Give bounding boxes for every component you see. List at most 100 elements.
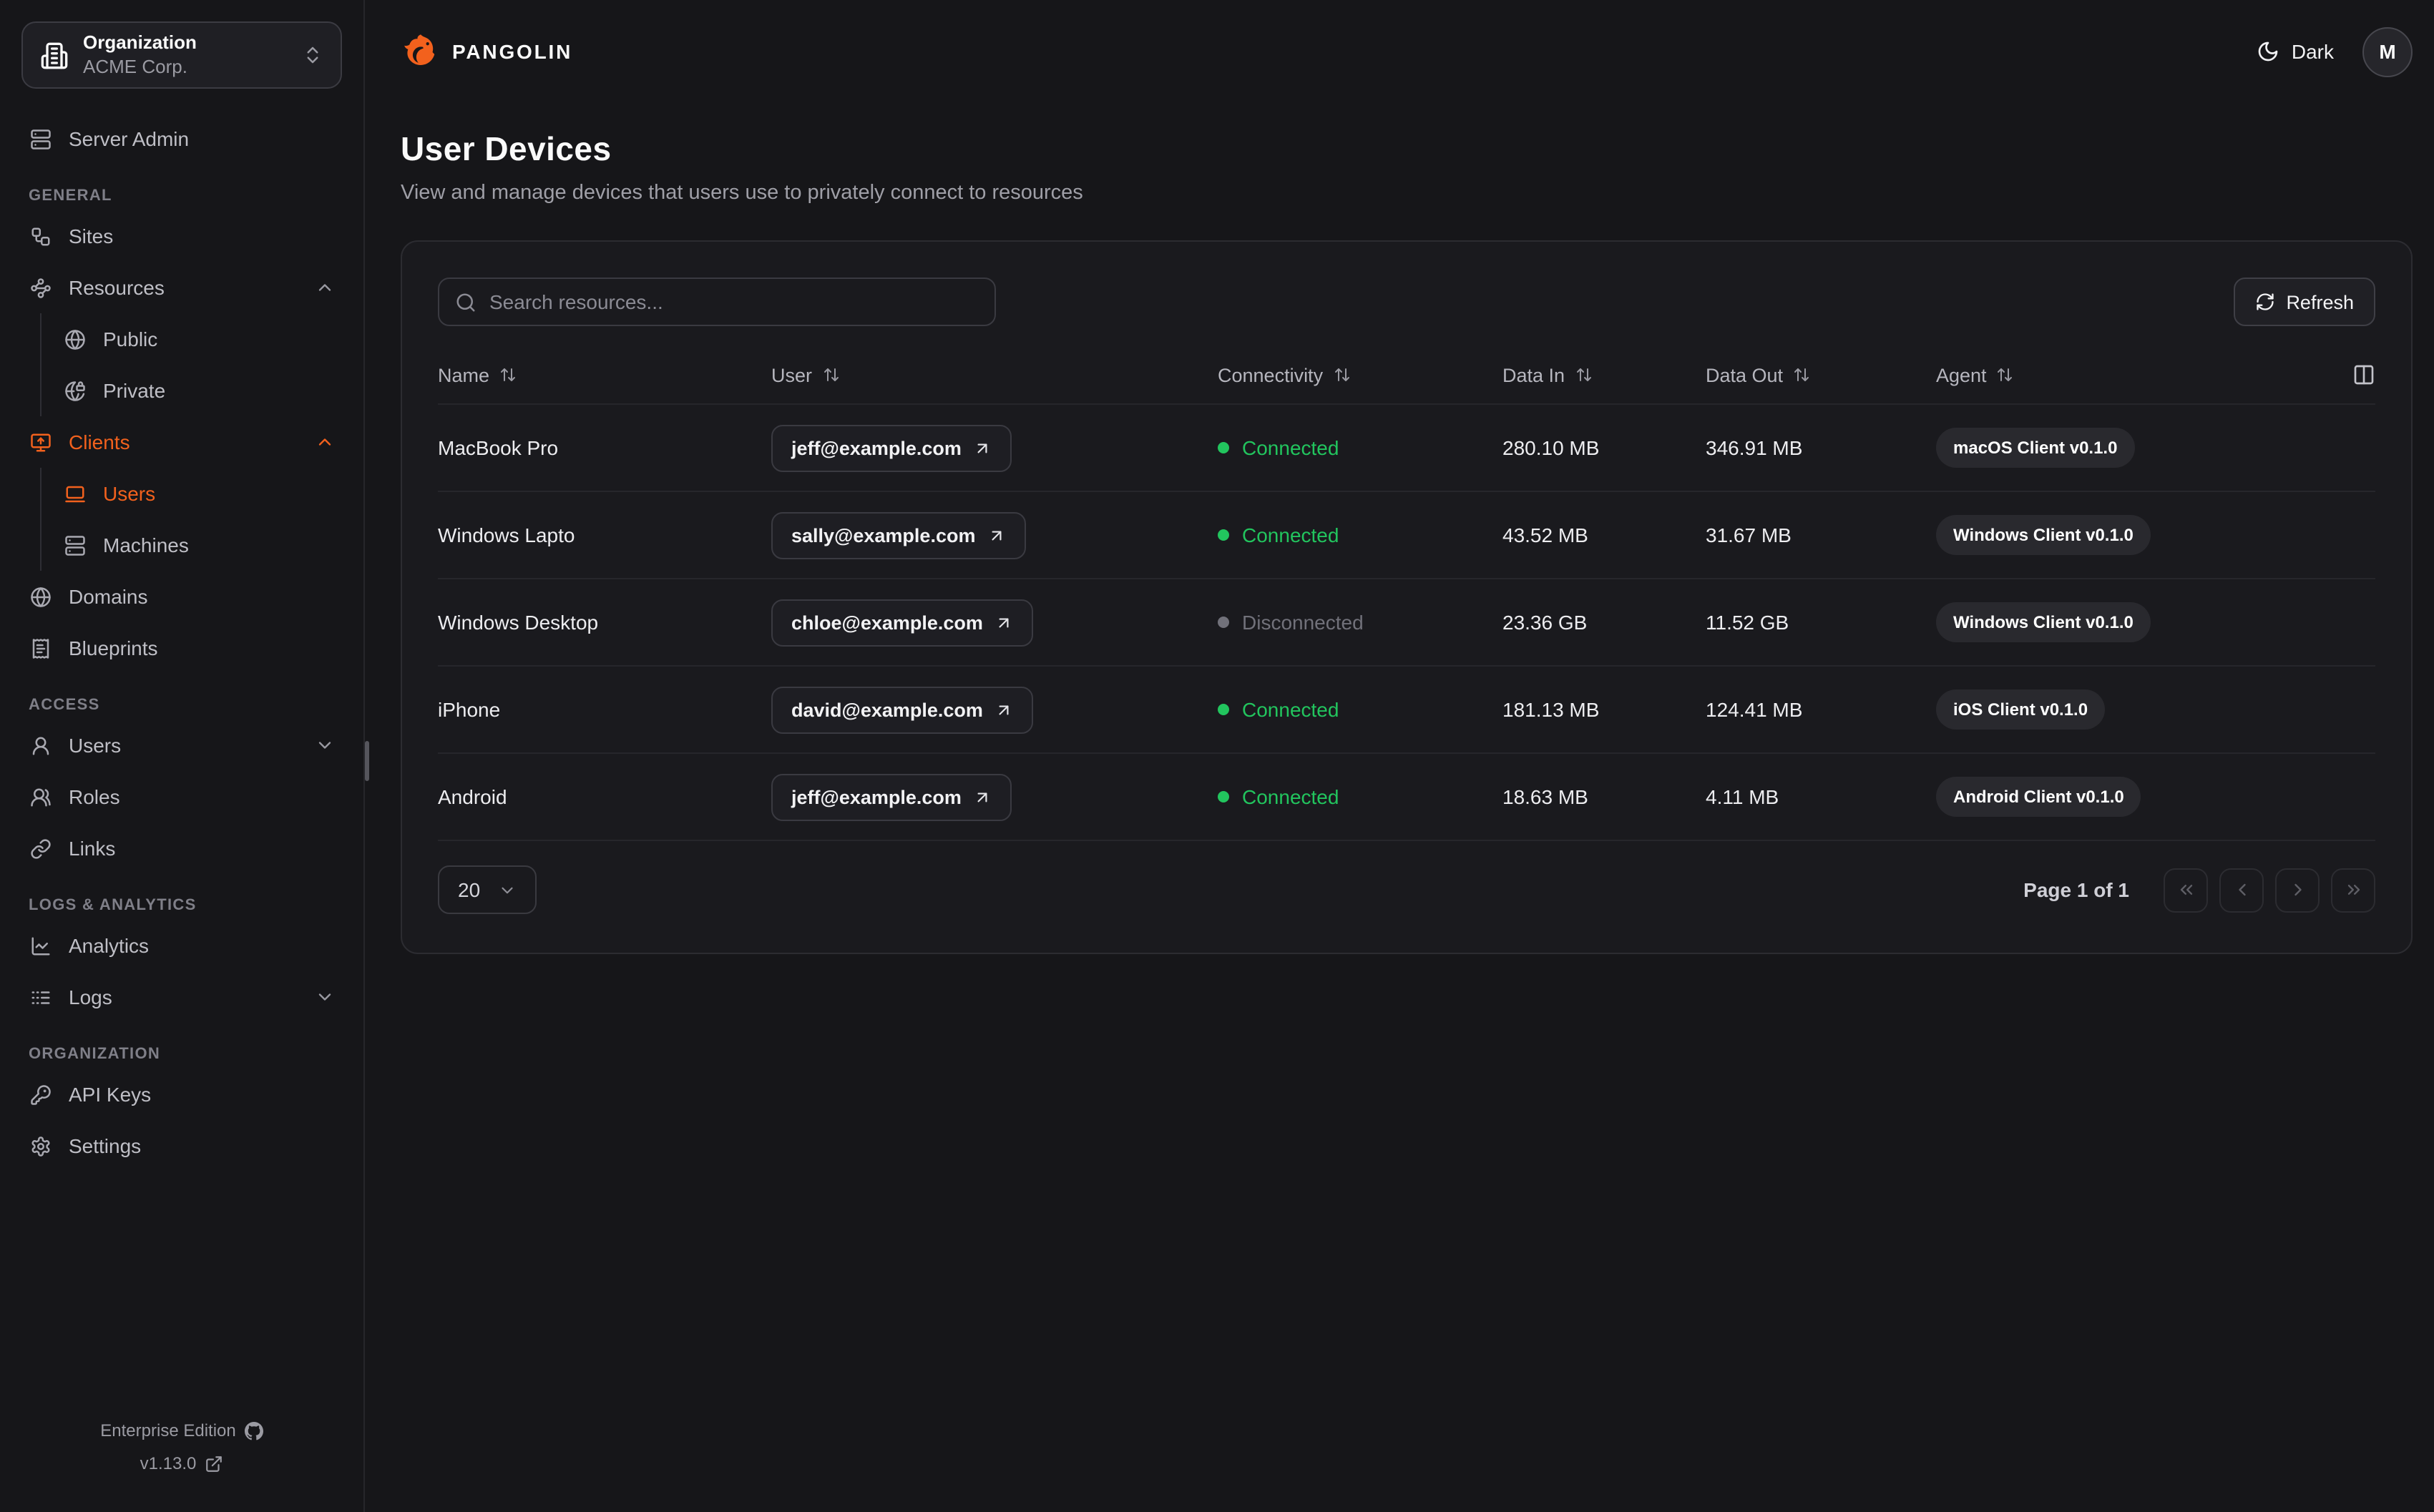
search-input[interactable]	[489, 290, 979, 313]
page-size-select[interactable]: 20	[438, 865, 537, 914]
receipt-icon	[32, 638, 49, 658]
sidebar-item-sites[interactable]: Sites	[0, 210, 363, 262]
column-header-data-in[interactable]: Data In	[1502, 364, 1706, 386]
user-email: jeff@example.com	[791, 437, 962, 458]
sidebar-item-public[interactable]: Public	[41, 313, 363, 365]
data-in-value: 23.36 GB	[1502, 611, 1588, 634]
sort-icon	[823, 368, 839, 381]
brand[interactable]: PANGOLIN	[401, 32, 572, 71]
theme-label: Dark	[2291, 40, 2334, 63]
brand-name: PANGOLIN	[452, 40, 573, 63]
org-selector[interactable]: Organization ACME Corp.	[21, 21, 342, 89]
sidebar-item-machines[interactable]: Machines	[41, 519, 363, 571]
version-row[interactable]: v1.13.0	[0, 1448, 363, 1481]
prev-page-button[interactable]	[2219, 868, 2264, 912]
column-header-user[interactable]: User	[771, 364, 1218, 386]
sidebar-item-private[interactable]: Private	[41, 365, 363, 416]
column-header-connectivity[interactable]: Connectivity	[1218, 364, 1502, 386]
sidebar: Organization ACME Corp. Server Admin GEN…	[0, 0, 369, 1512]
arrow-up-right-icon	[999, 705, 1009, 715]
table-row: iPhone david@example.com Connected 181.1…	[438, 667, 2375, 754]
user-icon	[32, 736, 49, 755]
table-header: Name User Connectivity Data In Data Out	[438, 346, 2375, 405]
sidebar-item-label: Server Admin	[69, 127, 190, 150]
org-value: ACME Corp.	[83, 55, 187, 77]
sidebar-item-server-admin[interactable]: Server Admin	[0, 113, 363, 165]
user-link-chip[interactable]: david@example.com	[771, 686, 1033, 733]
column-label: Name	[438, 364, 490, 386]
sidebar-item-label: Machines	[103, 534, 189, 556]
chart-line-icon	[31, 936, 50, 955]
sidebar-item-clients-users[interactable]: Users	[41, 468, 363, 519]
user-link-chip[interactable]: sally@example.com	[771, 511, 1026, 559]
device-name: iPhone	[438, 698, 501, 721]
laptop-icon	[65, 485, 85, 502]
sidebar-item-api-keys[interactable]: API Keys	[0, 1069, 363, 1120]
sidebar-item-access-users[interactable]: Users	[0, 720, 363, 771]
sidebar-item-analytics[interactable]: Analytics	[0, 920, 363, 971]
sidebar-item-label: Public	[103, 328, 158, 350]
page-subtitle: View and manage devices that users use t…	[401, 182, 1083, 205]
sidebar-item-label: Blueprints	[69, 637, 158, 659]
link-icon	[31, 838, 51, 858]
theme-toggle-button[interactable]: Dark	[2257, 40, 2334, 63]
github-icon	[244, 1422, 263, 1440]
table-row: Windows Lapto sally@example.com Connecte…	[438, 492, 2375, 579]
avatar[interactable]: M	[2362, 26, 2413, 77]
sidebar-item-label: Settings	[69, 1134, 142, 1157]
sidebar-item-domains[interactable]: Domains	[0, 571, 363, 622]
user-link-chip[interactable]: chloe@example.com	[771, 599, 1033, 646]
status-dot	[1218, 704, 1229, 715]
table-row: Windows Desktop chloe@example.com Discon…	[438, 579, 2375, 667]
data-out-value: 4.11 MB	[1706, 785, 1779, 808]
status-label: Disconnected	[1242, 611, 1364, 634]
user-link-chip[interactable]: jeff@example.com	[771, 773, 1012, 820]
sidebar-item-label: Sites	[69, 225, 114, 247]
main-area: PANGOLIN Dark M User Devices View and ma…	[365, 0, 2434, 1512]
chevron-up-icon	[318, 438, 331, 446]
globe-lock-icon	[65, 381, 85, 401]
sort-icon	[1794, 368, 1809, 381]
sidebar-item-blueprints[interactable]: Blueprints	[0, 622, 363, 674]
user-link-chip[interactable]: jeff@example.com	[771, 424, 1012, 471]
sidebar-item-clients[interactable]: Clients	[0, 416, 363, 468]
server-icon	[65, 535, 85, 555]
refresh-button[interactable]: Refresh	[2233, 278, 2375, 326]
data-in-value: 43.52 MB	[1502, 524, 1588, 546]
device-name: Windows Lapto	[438, 524, 575, 546]
app-window: Organization ACME Corp. Server Admin GEN…	[0, 0, 2434, 1512]
avatar-initial: M	[2379, 40, 2396, 63]
card-footer: 20 Page 1 of 1	[438, 865, 2375, 914]
sidebar-item-links[interactable]: Links	[0, 823, 363, 874]
table-row: MacBook Pro jeff@example.com Connected 2…	[438, 405, 2375, 492]
sidebar-item-roles[interactable]: Roles	[0, 771, 363, 823]
column-header-agent[interactable]: Agent	[1936, 364, 2014, 386]
topbar: PANGOLIN Dark M	[401, 0, 2413, 79]
column-header-data-out[interactable]: Data Out	[1706, 364, 1936, 386]
column-visibility-button[interactable]	[2352, 363, 2375, 386]
data-in-value: 280.10 MB	[1502, 436, 1600, 459]
server-icon	[31, 129, 51, 149]
sort-icon	[501, 368, 516, 381]
last-page-button[interactable]	[2331, 868, 2375, 912]
refresh-icon	[2256, 293, 2274, 310]
column-header-name[interactable]: Name	[438, 364, 771, 386]
sidebar-item-settings[interactable]: Settings	[0, 1120, 363, 1172]
resources-icon	[31, 278, 51, 298]
chevron-right-icon	[2294, 883, 2301, 896]
user-email: sally@example.com	[791, 524, 976, 546]
next-page-button[interactable]	[2275, 868, 2320, 912]
sidebar-item-logs[interactable]: Logs	[0, 971, 363, 1023]
chevrons-right-icon	[2347, 885, 2360, 895]
monitor-up-icon	[31, 433, 51, 451]
first-page-button[interactable]	[2164, 868, 2208, 912]
sidebar-item-resources[interactable]: Resources	[0, 262, 363, 313]
columns-icon	[2354, 365, 2374, 385]
users-icon	[31, 787, 51, 806]
sidebar-scrollbar-thumb[interactable]	[365, 741, 369, 781]
column-label: Data Out	[1706, 364, 1784, 386]
column-label: Data In	[1502, 364, 1565, 386]
pager: Page 1 of 1	[2023, 868, 2375, 912]
edition-row[interactable]: Enterprise Edition	[0, 1415, 363, 1448]
section-label-access: ACCESS	[29, 697, 100, 714]
